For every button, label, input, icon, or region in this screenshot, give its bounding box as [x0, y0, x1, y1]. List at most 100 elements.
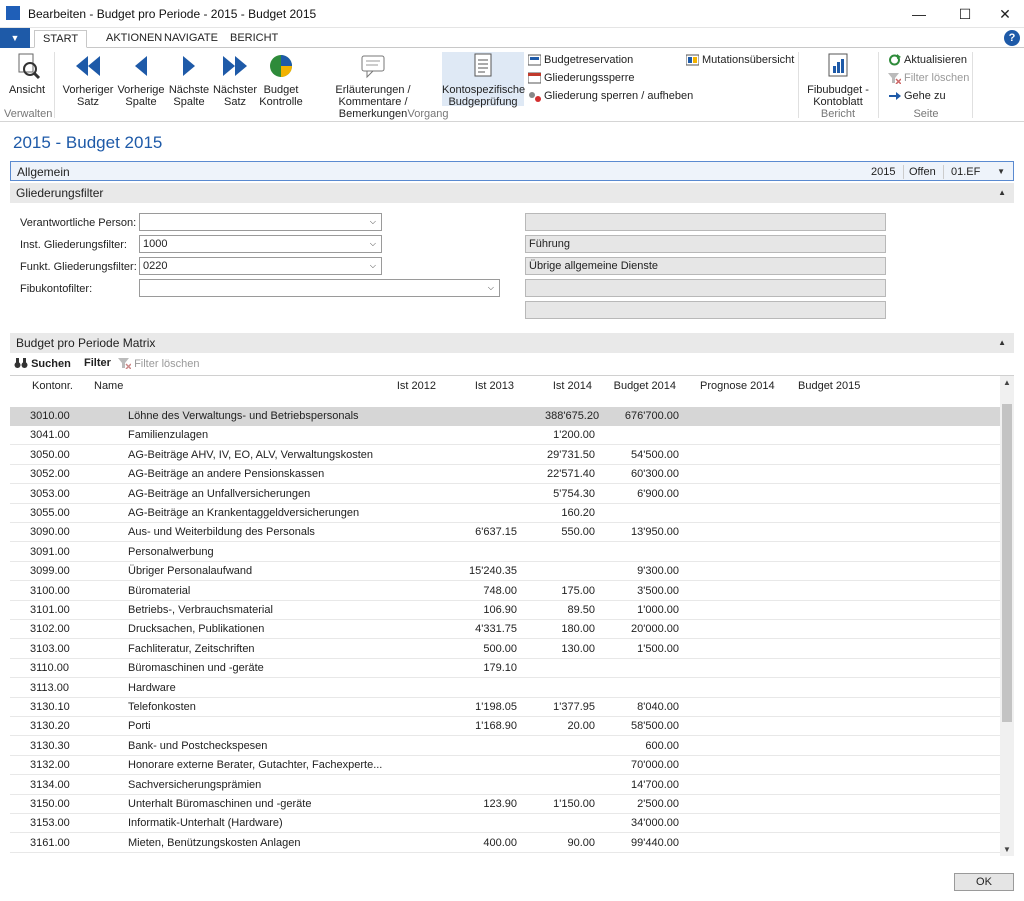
vorheriger-satz-button[interactable]: Vorheriger Satz: [60, 52, 116, 108]
table-row[interactable]: 3130.20 Porti 1'168.90 20.00 58'500.00: [10, 717, 1000, 737]
col-header-budget-2015[interactable]: Budget 2015: [798, 380, 860, 392]
funkt-gliederungsfilter-desc: Übrige allgemeine Dienste: [525, 257, 886, 275]
chevron-down-icon[interactable]: ⌵: [370, 258, 376, 274]
chevron-down-icon[interactable]: ⌵: [370, 214, 376, 230]
cell-ist-2014: 180.00: [561, 623, 595, 636]
cell-name: Drucksachen, Publikationen: [128, 623, 265, 636]
table-row[interactable]: 3130.30 Bank- und Postcheckspesen 600.00: [10, 737, 1000, 756]
tab-start[interactable]: START: [34, 30, 88, 48]
table-row[interactable]: 3091.00 Personalwerbung: [10, 543, 1000, 562]
cell-ist-2013: 15'240.35: [469, 565, 517, 578]
suchen-button[interactable]: Suchen: [14, 357, 71, 370]
cell-name: Personalwerbung: [128, 545, 214, 558]
vorherige-spalte-button[interactable]: Vorherige Spalte: [116, 52, 166, 108]
col-header-ist-2013[interactable]: Ist 2013: [464, 380, 514, 392]
fasttab-allgemein[interactable]: Allgemein 2015 Offen 01.EF ▼: [10, 161, 1014, 181]
gehe-zu-button[interactable]: Gehe zu: [888, 88, 946, 104]
table-row[interactable]: 3100.00 Büromaterial 748.00 175.00 3'500.00: [10, 582, 1000, 601]
mutationsuebersicht-label: Mutationsübersicht: [702, 54, 795, 66]
table-row[interactable]: 3090.00 Aus- und Weiterbildung des Person…: [10, 523, 1000, 543]
table-row[interactable]: 3161.00 Mieten, Benützungskosten Anlagen 4…: [10, 834, 1000, 853]
table-row[interactable]: 3102.00 Drucksachen, Publikationen 4'331.7…: [10, 620, 1000, 640]
naechster-satz-button[interactable]: Nächster Satz: [212, 52, 258, 108]
col-header-kontonr[interactable]: Kontonr.: [32, 380, 73, 392]
group-separator: [798, 52, 799, 118]
aktualisieren-button[interactable]: Aktualisieren: [888, 52, 967, 68]
fibubudget-label-2: Kontoblatt: [813, 96, 863, 108]
table-row[interactable]: 3132.00 Honorare externe Berater, Gutacht…: [10, 756, 1000, 776]
table-row[interactable]: 3055.00 AG-Beiträge an Krankentaggeldvers…: [10, 504, 1000, 523]
aktualisieren-label: Aktualisieren: [904, 54, 967, 66]
cell-ist-2014: 20.00: [567, 720, 595, 733]
gliederung-sperren-button[interactable]: Gliederung sperren / aufheben: [528, 88, 693, 104]
help-icon[interactable]: ?: [1004, 30, 1020, 46]
fasttab-gliederungsfilter[interactable]: Gliederungsfilter ▲: [10, 183, 1014, 203]
close-button[interactable]: ✕: [990, 4, 1020, 24]
minimize-button[interactable]: —: [904, 4, 934, 24]
ok-button[interactable]: OK: [954, 873, 1014, 891]
table-row[interactable]: 3130.10 Telefonkosten 1'198.05 1'377.95 8'04…: [10, 698, 1000, 717]
chevron-down-icon[interactable]: ⌵: [488, 280, 494, 296]
col-header-name[interactable]: Name: [94, 380, 123, 392]
table-row[interactable]: 3050.00 AG-Beiträge AHV, IV, EO, ALV, Ver…: [10, 446, 1000, 465]
inst-gliederungsfilter-field[interactable]: 1000 ⌵: [139, 235, 382, 253]
scrollbar-thumb[interactable]: [1002, 404, 1012, 722]
col-header-ist-2012[interactable]: Ist 2012: [386, 380, 436, 392]
table-row[interactable]: 3103.00 Fachliteratur, Zeitschriften 500.0…: [10, 640, 1000, 659]
verantwortliche-person-field[interactable]: ⌵: [139, 213, 382, 231]
table-row[interactable]: 3010.00 Löhne des Verwaltungs- und Betrie…: [10, 407, 1000, 426]
cell-kontonr: 3130.20: [30, 720, 70, 733]
vertical-scrollbar[interactable]: ▲ ▼: [1000, 376, 1014, 856]
col-header-budget-2014[interactable]: Budget 2014: [610, 380, 676, 392]
table-row[interactable]: 3052.00 AG-Beiträge an andere Pensionskas…: [10, 465, 1000, 485]
naechste-spalte-button[interactable]: Nächste Spalte: [166, 52, 212, 108]
table-row[interactable]: 3041.00 Familienzulagen 1'200.00: [10, 426, 1000, 446]
ansicht-button[interactable]: Ansicht: [6, 52, 48, 96]
table-row[interactable]: 3150.00 Unterhalt Büromaschinen und -gerä…: [10, 795, 1000, 814]
budgetreservation-button[interactable]: Budgetreservation: [528, 52, 633, 68]
funkt-gliederungsfilter-field[interactable]: 0220 ⌵: [139, 257, 382, 275]
cell-ist-2014: 29'731.50: [547, 448, 595, 461]
mutationsuebersicht-button[interactable]: Mutationsübersicht: [686, 52, 794, 68]
table-row[interactable]: 3153.00 Informatik-Unterhalt (Hardware) 34…: [10, 814, 1000, 834]
filter-loeschen-ribbon-button[interactable]: Filter löschen: [888, 70, 969, 86]
kontospezifische-budgetpruefung-button[interactable]: Kontospezifische Budgeprüfung: [442, 52, 525, 108]
table-row[interactable]: 3113.00 Hardware: [10, 679, 1000, 698]
budget-kontrolle-button[interactable]: Budget Kontrolle: [258, 52, 304, 108]
cell-budget-2014: 99'440.00: [631, 836, 679, 849]
gliederungssperre-button[interactable]: Gliederungssperre: [528, 70, 635, 86]
cell-ist-2014: 1'377.95: [553, 701, 595, 713]
app-menu-button[interactable]: ▼: [0, 28, 30, 48]
filter-loeschen-grid-button[interactable]: Filter löschen: [118, 357, 199, 370]
col-header-prognose-2014[interactable]: Prognose 2014: [700, 380, 775, 392]
group-bericht-label: Bericht: [820, 108, 856, 120]
table-row[interactable]: 3053.00 AG-Beiträge an Unfallversicherung…: [10, 485, 1000, 504]
cell-name: Hardware: [128, 681, 176, 694]
verantwortliche-person-label: Verantwortliche Person:: [20, 217, 137, 229]
chevron-up-icon[interactable]: ▲: [998, 333, 1006, 353]
cell-budget-2014: 14'700.00: [631, 778, 679, 791]
cell-kontonr: 3130.30: [30, 739, 70, 752]
gehe-zu-label: Gehe zu: [904, 90, 946, 102]
chevron-down-icon[interactable]: ▼: [997, 162, 1005, 182]
fibubudget-kontoblatt-button[interactable]: Fibubudget - Kontoblatt: [802, 52, 874, 108]
table-row[interactable]: 3101.00 Betriebs-, Verbrauchsmaterial 106.…: [10, 601, 1000, 620]
maximize-button[interactable]: ☐: [950, 4, 980, 24]
col-header-ist-2014[interactable]: Ist 2014: [542, 380, 592, 392]
scroll-down-icon[interactable]: ▼: [1000, 845, 1014, 854]
table-row[interactable]: 3134.00 Sachversicherungsprämien 14'700.00: [10, 776, 1000, 795]
chevron-up-icon[interactable]: ▲: [998, 183, 1006, 203]
table-row[interactable]: 3110.00 Büromaschinen und -geräte 179.10: [10, 659, 1000, 679]
overview-icon: [686, 54, 699, 66]
chevron-down-icon[interactable]: ⌵: [370, 236, 376, 252]
fasttab-matrix[interactable]: Budget pro Periode Matrix ▲: [10, 333, 1014, 353]
fibukontofilter-field[interactable]: ⌵: [139, 279, 500, 297]
checklist-document-icon: [469, 52, 497, 80]
tab-bericht[interactable]: BERICHT: [222, 30, 286, 48]
scroll-up-icon[interactable]: ▲: [1000, 378, 1014, 387]
table-row[interactable]: 3099.00 Übriger Personalaufwand 15'240.35 9…: [10, 562, 1000, 582]
cell-name: AG-Beiträge an Unfallversicherungen: [128, 487, 311, 500]
filter-button[interactable]: Filter: [84, 357, 111, 369]
tab-navigate[interactable]: NAVIGATE: [156, 30, 226, 48]
window-title: Bearbeiten - Budget pro Periode - 2015 -…: [28, 7, 317, 21]
